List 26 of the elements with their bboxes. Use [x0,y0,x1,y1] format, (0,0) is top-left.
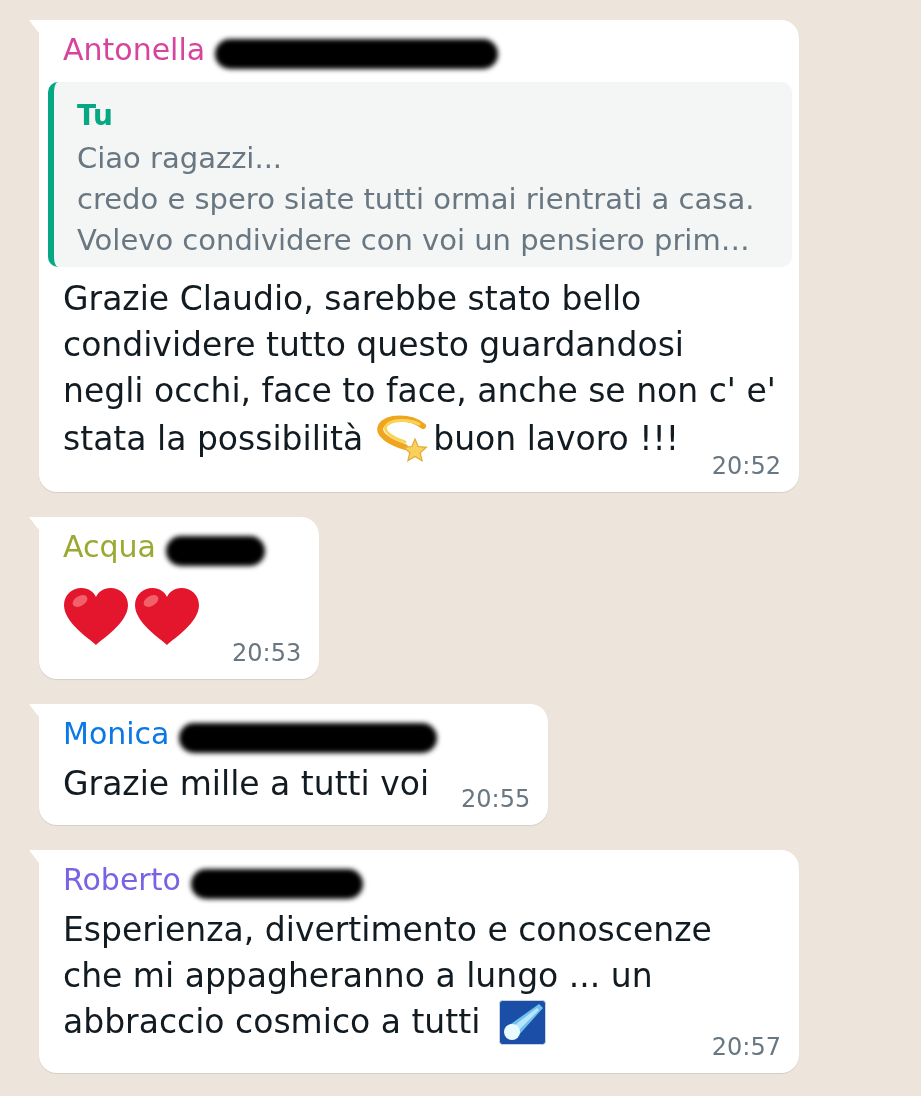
message-time: 20:57 [711,1033,781,1061]
message-text: condividere tutto questo guardandosi [63,324,684,366]
message-text: negli occhi, face to face, anche se non c' e' [63,370,776,412]
quote-text: Volevo condividere con voi un pensiero prim… [77,222,750,259]
message-time: 20:53 [232,639,302,667]
message-text: Grazie mille a tutti voi [63,763,430,805]
heart-icon [63,587,129,647]
quoted-message[interactable]: Tu Ciao ragazzi... credo e spero siate tutti ormai rientrati a casa. Volevo condividere con voi un pensiero prim… [48,82,792,267]
quote-text: credo e spero siate tutti ormai rientrati a casa. [77,181,755,218]
quote-text: Ciao ragazzi... [77,140,283,177]
message-time: 20:55 [461,785,531,813]
message-time: 20:52 [711,452,781,480]
sender-name: Acqua [63,528,156,566]
sender-name: Antonella [63,31,206,69]
message-text: Grazie Claudio, sarebbe stato bello [63,278,642,320]
sender-name: Roberto [63,861,181,899]
message-text: che mi appagheranno a lungo ... un [63,955,653,997]
quote-author: Tu [77,98,113,134]
message-text: buon lavoro !!! [433,418,679,460]
heart-icon [134,587,200,647]
sender-name: Monica [63,715,170,753]
message-text: stata la possibilità [63,418,364,460]
star-swirl-icon [375,414,430,464]
message-text: abbraccio cosmico a tutti [63,1001,481,1043]
message-text: Esperienza, divertimento e conoscenze [63,909,712,951]
comet-icon [499,999,547,1045]
